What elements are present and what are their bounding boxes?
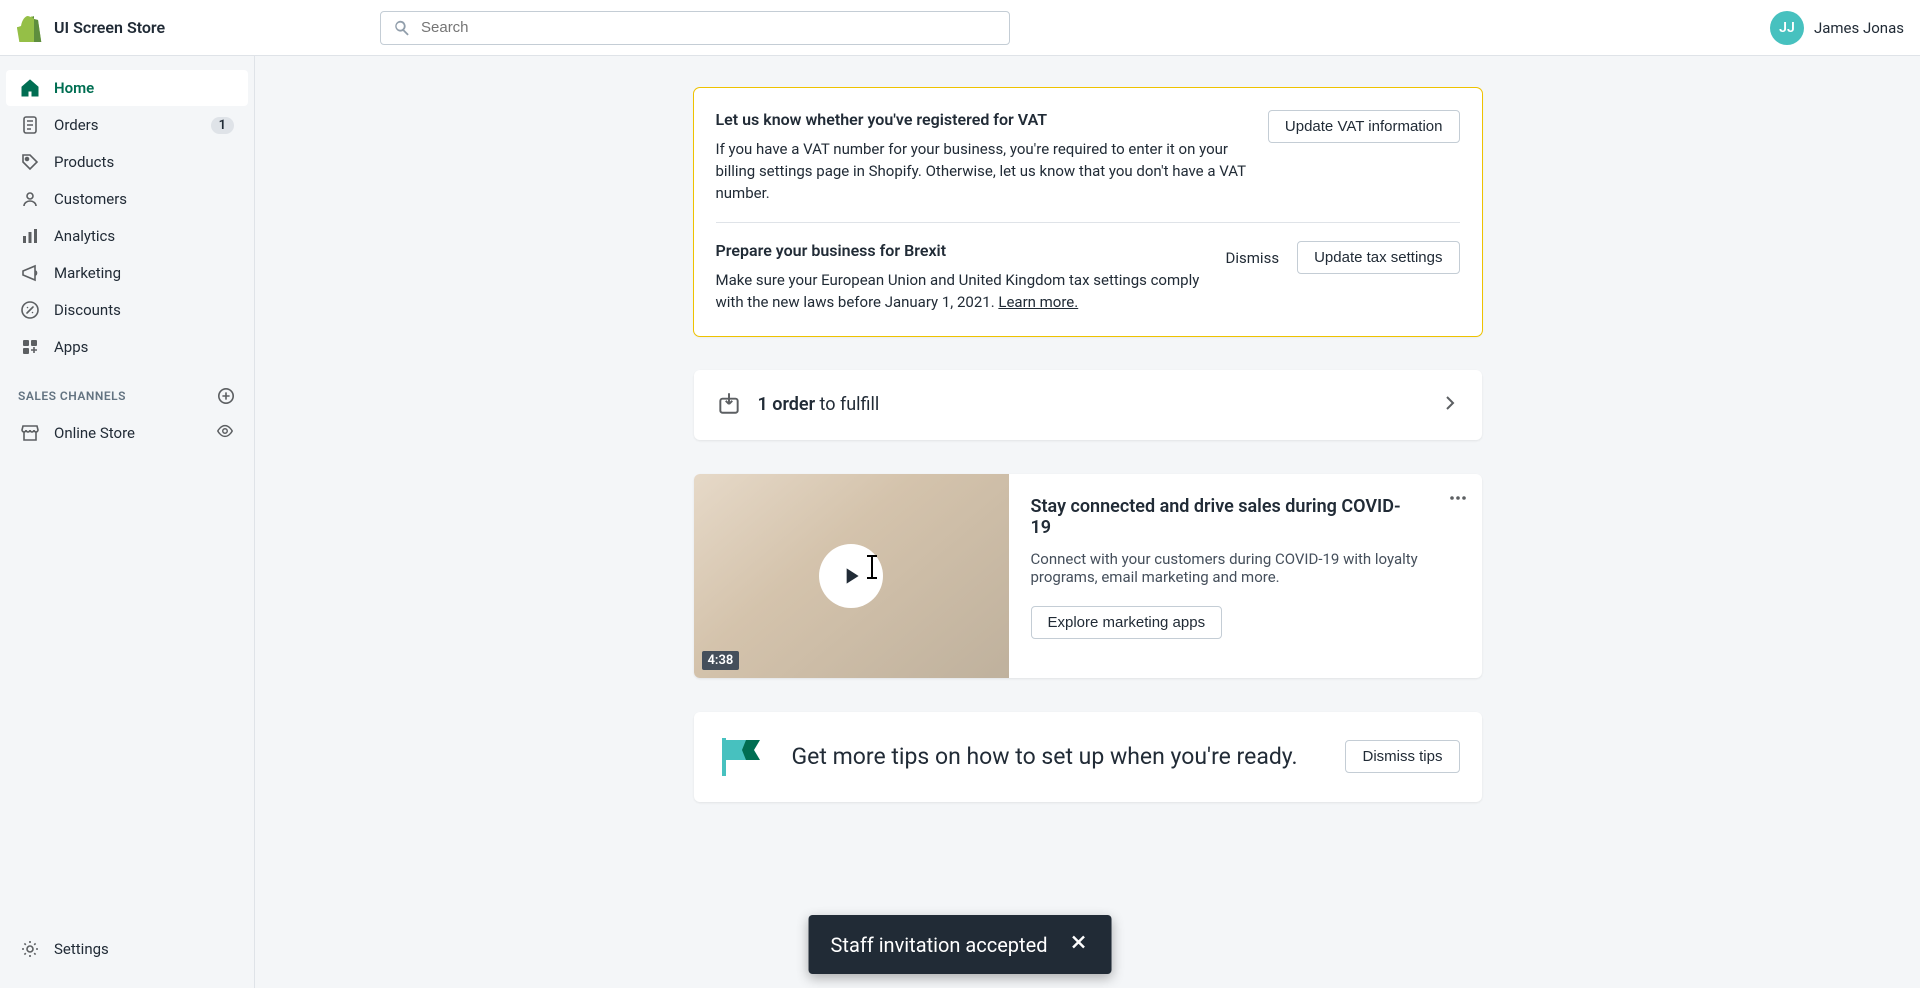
orders-badge: 1: [211, 117, 234, 134]
plus-circle-icon: [217, 387, 235, 405]
sidebar-item-label: Online Store: [54, 424, 135, 442]
toast-close-button[interactable]: [1067, 931, 1089, 958]
sidebar-item-label: Products: [54, 153, 114, 171]
search-box[interactable]: [380, 11, 1010, 45]
explore-marketing-button[interactable]: Explore marketing apps: [1031, 606, 1223, 639]
discounts-icon: [20, 300, 40, 320]
sidebar-item-marketing[interactable]: Marketing: [6, 255, 248, 291]
online-store-icon: [20, 423, 40, 443]
toast: Staff invitation accepted: [809, 915, 1112, 974]
store-name: UI Screen Store: [54, 18, 165, 37]
sidebar-item-analytics[interactable]: Analytics: [6, 218, 248, 254]
user-menu[interactable]: JJ James Jonas: [1770, 11, 1904, 45]
marketing-icon: [20, 263, 40, 283]
view-store-button[interactable]: [216, 422, 234, 444]
video-duration: 4:38: [702, 651, 740, 670]
sidebar-item-label: Apps: [54, 338, 88, 356]
topbar: UI Screen Store JJ James Jonas: [0, 0, 1920, 56]
sidebar-item-label: Marketing: [54, 264, 121, 282]
chevron-right-icon: [1440, 393, 1460, 417]
search-input[interactable]: [421, 19, 997, 36]
card-menu-button[interactable]: [1448, 488, 1468, 512]
toast-message: Staff invitation accepted: [831, 933, 1048, 957]
sidebar-item-label: Analytics: [54, 227, 115, 245]
customers-icon: [20, 189, 40, 209]
video-thumbnail[interactable]: 4:38: [694, 474, 1009, 678]
brexit-banner: Prepare your business for Brexit Make su…: [694, 241, 1482, 336]
vat-banner-title: Let us know whether you've registered fo…: [716, 110, 1246, 129]
avatar: JJ: [1770, 11, 1804, 45]
shopify-logo: [16, 14, 44, 42]
topbar-left: UI Screen Store: [16, 14, 346, 42]
update-tax-button[interactable]: Update tax settings: [1297, 241, 1459, 274]
update-vat-button[interactable]: Update VAT information: [1268, 110, 1460, 143]
sidebar-item-online-store[interactable]: Online Store: [6, 414, 248, 452]
sidebar-item-home[interactable]: Home: [6, 70, 248, 106]
fulfill-text: 1 order to fulfill: [758, 394, 1424, 415]
sidebar-item-apps[interactable]: Apps: [6, 329, 248, 365]
eye-icon: [216, 422, 234, 440]
search-container: [380, 11, 1010, 45]
fulfill-icon: [716, 390, 742, 420]
sidebar-item-label: Home: [54, 79, 94, 97]
sidebar-item-orders[interactable]: Orders 1: [6, 107, 248, 143]
fulfill-card[interactable]: 1 order to fulfill: [694, 370, 1482, 440]
learn-more-link[interactable]: Learn more.: [998, 293, 1078, 311]
dismiss-tips-button[interactable]: Dismiss tips: [1345, 740, 1459, 773]
close-icon: [1067, 931, 1089, 953]
gear-icon: [20, 939, 40, 959]
sales-channels-header: SALES CHANNELS: [6, 366, 248, 414]
dismiss-brexit-link[interactable]: Dismiss: [1226, 249, 1280, 267]
analytics-icon: [20, 226, 40, 246]
orders-icon: [20, 115, 40, 135]
brexit-banner-body: Make sure your European Union and United…: [716, 270, 1204, 314]
home-icon: [20, 78, 40, 98]
sidebar-item-label: Settings: [54, 940, 109, 958]
sidebar-item-label: Customers: [54, 190, 127, 208]
brexit-banner-title: Prepare your business for Brexit: [716, 241, 1204, 260]
sidebar-item-label: Orders: [54, 116, 99, 134]
tips-card: Get more tips on how to set up when you'…: [694, 712, 1482, 802]
vat-banner-body: If you have a VAT number for your busine…: [716, 139, 1246, 204]
sidebar-item-discounts[interactable]: Discounts: [6, 292, 248, 328]
add-channel-button[interactable]: [216, 386, 236, 406]
products-icon: [20, 152, 40, 172]
sidebar: Home Orders 1 Products Customers A: [0, 56, 255, 988]
play-icon: [838, 563, 864, 589]
sidebar-item-settings[interactable]: Settings: [6, 931, 248, 967]
sidebar-item-customers[interactable]: Customers: [6, 181, 248, 217]
dots-horizontal-icon: [1448, 488, 1468, 508]
divider: [716, 222, 1460, 223]
covid-tip-card: 4:38 Stay connected and drive sales duri…: [694, 474, 1482, 678]
main-content: Let us know whether you've registered fo…: [255, 56, 1920, 988]
user-name: James Jonas: [1814, 19, 1904, 37]
sales-channels-label: SALES CHANNELS: [18, 389, 126, 403]
apps-icon: [20, 337, 40, 357]
search-icon: [393, 19, 411, 37]
alerts-card: Let us know whether you've registered fo…: [694, 88, 1482, 336]
covid-body: Connect with your customers during COVID…: [1031, 550, 1460, 586]
flag-icon: [716, 734, 772, 780]
vat-banner: Let us know whether you've registered fo…: [694, 88, 1482, 223]
sidebar-item-products[interactable]: Products: [6, 144, 248, 180]
sidebar-item-label: Discounts: [54, 301, 121, 319]
play-button[interactable]: [819, 544, 883, 608]
covid-title: Stay connected and drive sales during CO…: [1031, 496, 1460, 538]
tips-title: Get more tips on how to set up when you'…: [792, 743, 1326, 770]
